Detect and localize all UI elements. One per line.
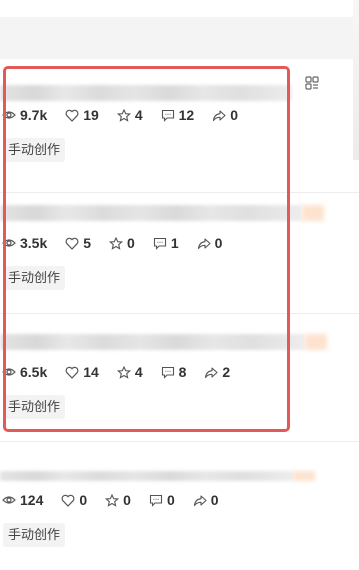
favorites-stat[interactable]: 0 <box>109 235 135 251</box>
eye-icon <box>2 111 16 119</box>
shares-count: 0 <box>230 107 238 123</box>
article-title-highlight <box>293 471 315 481</box>
favorites-count: 0 <box>123 492 131 508</box>
eye-icon <box>2 368 16 376</box>
article-title-highlight <box>305 334 327 350</box>
article-card[interactable]: 124 0 0 0 0 手动创作 <box>0 441 359 570</box>
likes-stat[interactable]: 5 <box>65 235 91 251</box>
star-icon <box>109 236 124 250</box>
article-stats: 6.5k 14 4 8 2 <box>2 364 248 380</box>
views-stat: 9.7k <box>2 107 47 123</box>
heart-icon <box>65 109 79 122</box>
article-stats: 124 0 0 0 0 <box>2 492 237 508</box>
favorites-count: 4 <box>134 107 143 123</box>
article-card[interactable]: 3.5k 5 0 1 0 手动创作 <box>0 185 359 314</box>
comments-stat[interactable]: 8 <box>161 364 187 380</box>
comments-count: 8 <box>178 364 187 380</box>
heart-icon <box>65 366 79 379</box>
share-icon <box>193 494 207 506</box>
comment-icon <box>161 109 174 122</box>
comments-count: 12 <box>178 107 195 123</box>
favorites-stat[interactable]: 4 <box>116 107 143 123</box>
eye-icon <box>2 496 16 504</box>
likes-count: 5 <box>83 235 92 251</box>
article-card[interactable]: 6.5k 14 4 8 2 手动创作 <box>0 313 359 442</box>
comments-stat[interactable]: 1 <box>153 235 179 251</box>
comments-count: 1 <box>170 235 179 251</box>
favorites-count: 0 <box>127 235 135 251</box>
shares-count: 0 <box>210 492 219 508</box>
creation-type-tag: 手动创作 <box>3 138 66 162</box>
comments-stat[interactable]: 0 <box>149 492 175 508</box>
shares-stat[interactable]: 2 <box>204 364 230 380</box>
likes-count: 19 <box>83 107 99 123</box>
shares-count: 2 <box>222 364 231 380</box>
shares-stat[interactable]: 0 <box>212 107 238 123</box>
article-title-blurred[interactable] <box>0 85 292 101</box>
comment-icon <box>161 366 174 379</box>
star-icon <box>116 365 131 379</box>
comment-icon <box>149 494 163 507</box>
views-stat: 124 <box>2 492 43 508</box>
views-stat: 3.5k <box>2 235 47 251</box>
share-icon <box>205 366 218 378</box>
article-stats: 9.7k 19 4 12 0 <box>2 107 256 123</box>
views-count: 9.7k <box>20 107 48 123</box>
likes-stat[interactable]: 19 <box>65 107 99 123</box>
shares-stat[interactable]: 0 <box>193 492 219 508</box>
favorites-stat[interactable]: 4 <box>116 364 143 380</box>
star-icon <box>105 493 120 507</box>
shares-count: 0 <box>214 235 223 251</box>
eye-icon <box>2 239 16 247</box>
article-title-blurred[interactable] <box>0 471 294 481</box>
header-bar <box>0 17 359 59</box>
share-icon <box>197 237 211 249</box>
creation-type-tag: 手动创作 <box>3 395 66 419</box>
shares-stat[interactable]: 0 <box>197 235 223 251</box>
views-stat: 6.5k <box>2 364 47 380</box>
article-title-highlight <box>302 205 324 221</box>
views-count: 6.5k <box>20 364 48 380</box>
creation-type-tag: 手动创作 <box>3 523 66 547</box>
grid-icon[interactable] <box>305 76 319 90</box>
favorites-stat[interactable]: 0 <box>105 492 131 508</box>
article-title-blurred[interactable] <box>0 334 305 350</box>
likes-stat[interactable]: 0 <box>61 492 87 508</box>
article-stats: 3.5k 5 0 1 0 <box>2 235 240 251</box>
article-title-blurred[interactable] <box>0 205 302 221</box>
star-icon <box>116 108 131 122</box>
share-icon <box>213 109 226 121</box>
comment-icon <box>153 237 166 250</box>
creation-type-tag: 手动创作 <box>3 266 66 290</box>
heart-icon <box>65 237 79 250</box>
likes-count: 0 <box>79 492 88 508</box>
comments-stat[interactable]: 12 <box>161 107 195 123</box>
views-count: 3.5k <box>20 235 48 251</box>
comments-count: 0 <box>166 492 175 508</box>
likes-stat[interactable]: 14 <box>65 364 99 380</box>
likes-count: 14 <box>83 364 99 380</box>
views-count: 124 <box>20 492 44 508</box>
favorites-count: 4 <box>134 364 143 380</box>
heart-icon <box>61 494 75 507</box>
